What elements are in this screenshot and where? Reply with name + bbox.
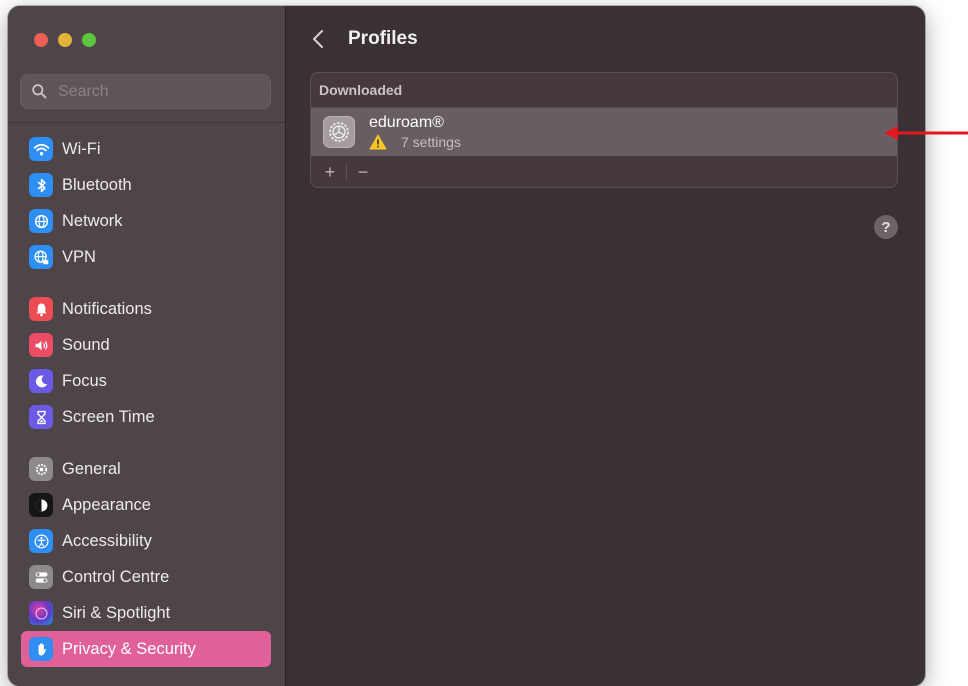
profile-row-eduroam[interactable]: eduroam® 7 settings [311, 108, 897, 156]
profile-meta: 7 settings [369, 134, 461, 150]
system-settings-window: Wi-Fi Bluetooth Network VPN [8, 6, 925, 686]
page-title: Profiles [348, 28, 418, 49]
search-input[interactable] [56, 81, 250, 102]
sidebar-item-bluetooth[interactable]: Bluetooth [21, 167, 271, 203]
sidebar-item-screen-time[interactable]: Screen Time [21, 399, 271, 435]
siri-icon [29, 601, 53, 625]
remove-profile-button[interactable]: − [352, 162, 374, 183]
sidebar-item-label: Network [62, 211, 123, 230]
sidebar-divider [8, 122, 285, 123]
sidebar-item-label: Bluetooth [62, 175, 132, 194]
sidebar-item-label: Sound [62, 335, 110, 354]
search-field[interactable] [20, 74, 271, 109]
sidebar-item-wifi[interactable]: Wi-Fi [21, 131, 271, 167]
sidebar-item-sound[interactable]: Sound [21, 327, 271, 363]
close-button[interactable] [34, 33, 48, 47]
toggles-icon [29, 565, 53, 589]
minimize-button[interactable] [58, 33, 72, 47]
sidebar-item-accessibility[interactable]: Accessibility [21, 523, 271, 559]
moon-icon [29, 369, 53, 393]
main-pane: Profiles Downloaded eduroam® 7 settings … [286, 6, 925, 686]
sidebar-item-label: General [62, 459, 121, 478]
sidebar-item-notifications[interactable]: Notifications [21, 291, 271, 327]
annotation-arrow [884, 126, 968, 140]
settings-gear-icon [323, 116, 355, 148]
chevron-left-icon [313, 30, 323, 48]
help-button[interactable]: ? [874, 215, 898, 239]
sidebar-item-label: Siri & Spotlight [62, 603, 171, 622]
section-header: Downloaded [311, 73, 897, 108]
appearance-icon [29, 493, 53, 517]
accessibility-icon [29, 529, 53, 553]
speaker-icon [29, 333, 53, 357]
sidebar-item-label: VPN [62, 247, 96, 266]
sidebar-group-network: Wi-Fi Bluetooth Network VPN [21, 131, 271, 275]
sidebar-item-focus[interactable]: Focus [21, 363, 271, 399]
sidebar-group-general: General Appearance Accessibility Control… [21, 451, 271, 667]
sidebar-group-notifications: Notifications Sound Focus Screen Time [21, 291, 271, 435]
globe-icon [29, 209, 53, 233]
vpn-globe-icon [29, 245, 53, 269]
back-button[interactable] [308, 26, 328, 52]
gear-icon [29, 457, 53, 481]
sidebar-item-general[interactable]: General [21, 451, 271, 487]
profile-name: eduroam® [369, 114, 444, 131]
profile-settings-count: 7 settings [401, 134, 461, 150]
sidebar-item-privacy-security[interactable]: Privacy & Security [21, 631, 271, 667]
zoom-button[interactable] [82, 33, 96, 47]
sidebar-item-label: Appearance [62, 495, 151, 514]
bell-icon [29, 297, 53, 321]
sidebar-item-label: Accessibility [62, 531, 152, 550]
profile-text: eduroam® 7 settings [369, 114, 461, 150]
hand-icon [29, 637, 53, 661]
add-profile-button[interactable]: + [319, 162, 341, 183]
sidebar-item-label: Privacy & Security [62, 639, 196, 658]
search-icon [32, 84, 47, 99]
sidebar-item-label: Control Centre [62, 567, 170, 586]
profiles-list: Downloaded eduroam® 7 settings + − [310, 72, 898, 188]
sidebar-item-label: Screen Time [62, 407, 155, 426]
sidebar-item-label: Notifications [62, 299, 152, 318]
sidebar: Wi-Fi Bluetooth Network VPN [8, 6, 286, 686]
bluetooth-icon [29, 173, 53, 197]
traffic-lights [34, 33, 96, 47]
list-footer: + − [311, 156, 897, 187]
sidebar-item-label: Focus [62, 371, 107, 390]
wifi-icon [29, 137, 53, 161]
hourglass-icon [29, 405, 53, 429]
sidebar-item-vpn[interactable]: VPN [21, 239, 271, 275]
footer-divider [346, 163, 347, 181]
sidebar-item-appearance[interactable]: Appearance [21, 487, 271, 523]
sidebar-item-network[interactable]: Network [21, 203, 271, 239]
warning-icon [369, 134, 387, 150]
sidebar-item-label: Wi-Fi [62, 139, 101, 158]
sidebar-item-control-centre[interactable]: Control Centre [21, 559, 271, 595]
sidebar-item-siri-spotlight[interactable]: Siri & Spotlight [21, 595, 271, 631]
